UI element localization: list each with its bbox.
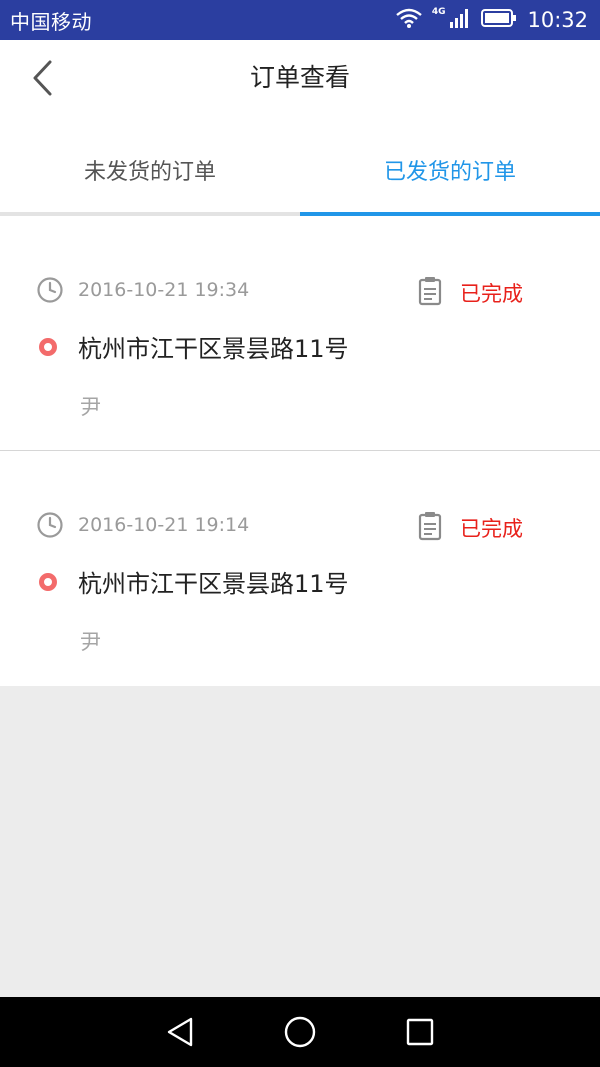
tab-unshipped-orders[interactable]: 未发货的订单: [0, 116, 300, 216]
location-dot-icon: [39, 338, 57, 356]
clipboard-icon: [418, 512, 442, 541]
order-recipient: 尹: [80, 630, 101, 654]
order-address: 杭州市江干区景昙路11号: [78, 335, 349, 363]
nav-home-button[interactable]: [275, 1007, 325, 1057]
tab-label: 已发货的订单: [383, 160, 516, 185]
system-nav-bar: [0, 997, 600, 1067]
order-card[interactable]: 2016-10-21 19:14 已完成 杭州市江干区景昙路11号 尹: [0, 451, 600, 686]
square-recents-icon: [406, 1018, 434, 1046]
nav-back-button[interactable]: [155, 1007, 205, 1057]
order-card[interactable]: 2016-10-21 19:34 已完成 杭州市江干区景昙路11号 尹: [0, 216, 600, 451]
order-recipient: 尹: [80, 395, 101, 419]
battery-icon: [481, 9, 517, 31]
chevron-left-icon: [33, 60, 52, 96]
clock-time: 10:32: [527, 8, 588, 32]
tab-bar: 未发货的订单 已发货的订单: [0, 116, 600, 216]
back-button[interactable]: [20, 54, 64, 102]
circle-home-icon: [284, 1016, 316, 1048]
network-type-label: 4G: [431, 7, 446, 17]
carrier-label: 中国移动: [10, 9, 92, 34]
order-status: 已完成: [460, 282, 523, 306]
status-icons: 4G 10:32: [396, 7, 588, 32]
order-list: 2016-10-21 19:34 已完成 杭州市江干区景昙路11号 尹 2016…: [0, 216, 600, 686]
order-address: 杭州市江干区景昙路11号: [78, 570, 349, 598]
page-title: 订单查看: [249, 63, 350, 92]
order-time: 2016-10-21 19:34: [78, 279, 250, 301]
order-status: 已完成: [460, 517, 523, 541]
status-bar: 中国移动 4G 10:32: [0, 0, 600, 40]
triangle-back-icon: [167, 1017, 193, 1047]
clock-icon: [37, 512, 63, 538]
clock-icon: [37, 277, 63, 303]
signal-icon: [449, 8, 471, 32]
app-header: 订单查看: [0, 40, 600, 116]
clipboard-icon: [418, 277, 442, 306]
tab-shipped-orders[interactable]: 已发货的订单: [300, 116, 600, 216]
order-time: 2016-10-21 19:14: [78, 514, 250, 536]
location-dot-icon: [39, 573, 57, 591]
wifi-icon: [396, 8, 422, 32]
tab-label: 未发货的订单: [83, 160, 216, 185]
nav-recents-button[interactable]: [395, 1007, 445, 1057]
